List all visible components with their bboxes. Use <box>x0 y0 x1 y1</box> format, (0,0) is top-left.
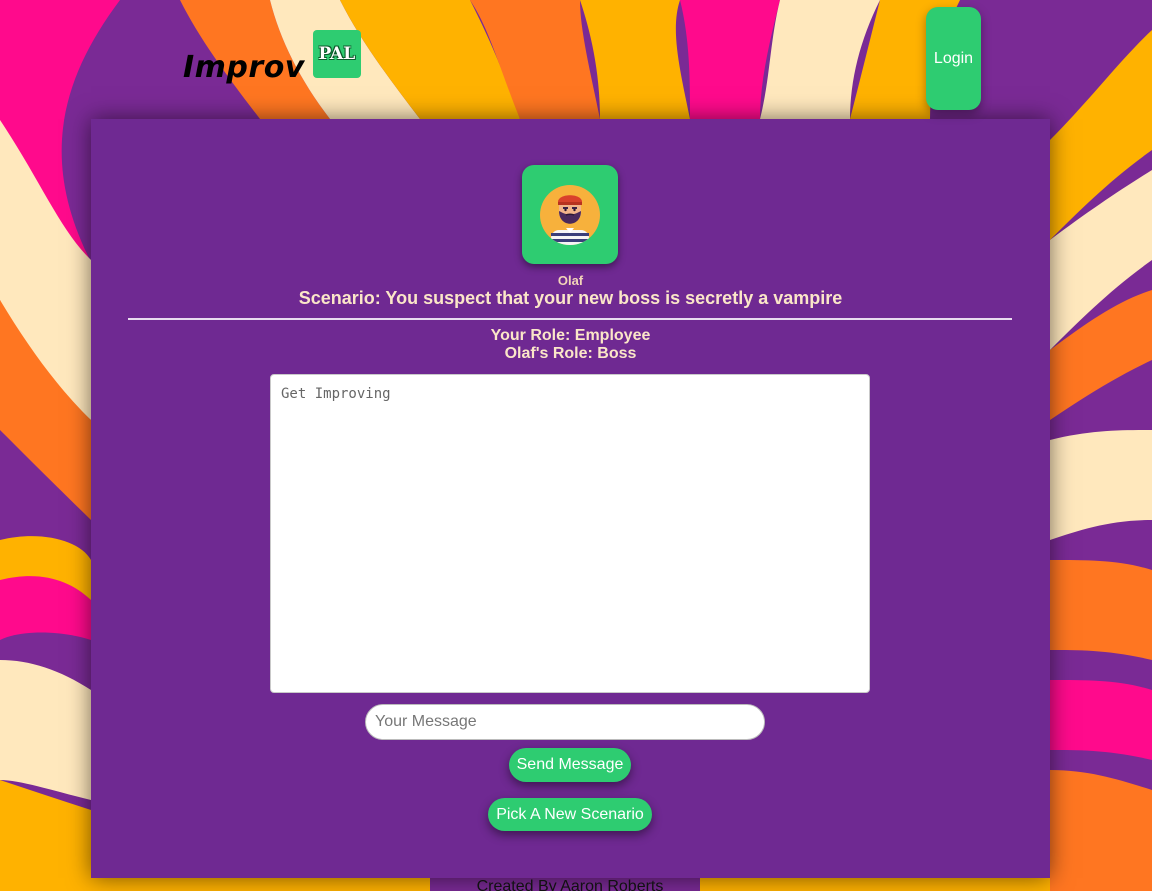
your-role: Your Role: Employee <box>490 327 651 344</box>
login-button[interactable]: Login <box>926 7 981 110</box>
message-input[interactable] <box>365 704 765 740</box>
chat-transcript[interactable] <box>270 374 870 693</box>
scenario-title: Scenario: You suspect that your new boss… <box>298 288 843 308</box>
bearded-man-avatar-icon <box>540 184 600 245</box>
character-name: Olaf <box>557 273 584 288</box>
send-message-button[interactable]: Send Message <box>509 748 631 782</box>
avatar <box>522 165 618 264</box>
pick-new-scenario-button[interactable]: Pick A New Scenario <box>488 798 652 831</box>
logo-badge: PAL <box>312 30 361 78</box>
main-panel: Olaf Scenario: You suspect that your new… <box>91 119 1050 878</box>
app-logo[interactable]: Improv PAL <box>183 30 361 85</box>
footer-credit: Created By Aaron Roberts <box>476 878 664 891</box>
divider <box>128 318 1012 320</box>
partner-role: Olaf's Role: Boss <box>504 345 637 362</box>
logo-text: Improv <box>183 50 305 85</box>
